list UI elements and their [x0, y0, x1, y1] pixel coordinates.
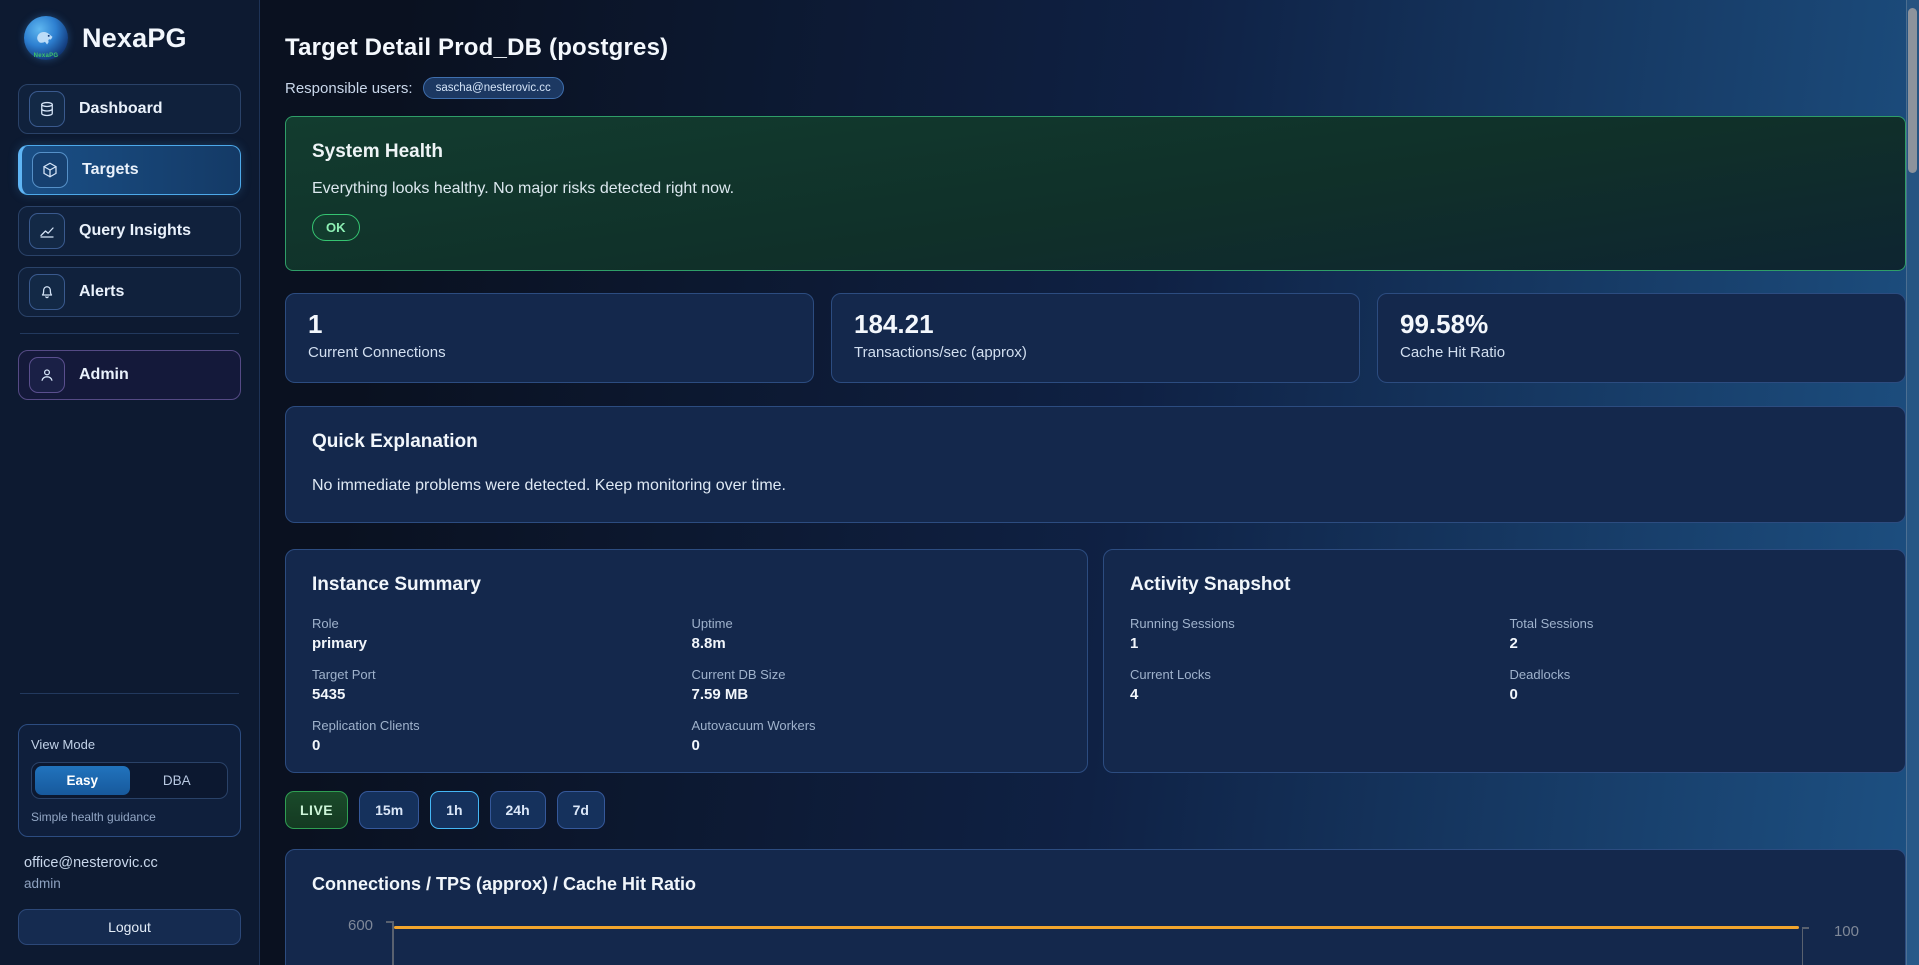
user-role: admin: [24, 876, 235, 891]
right-y-axis: [1802, 927, 1804, 965]
summary-row: Instance Summary Role primary Uptime 8.8…: [285, 549, 1906, 773]
sidebar-item-label: Query Insights: [79, 222, 191, 240]
field-uptime: Uptime 8.8m: [692, 616, 1062, 652]
field-autovacuum-workers: Autovacuum Workers 0: [692, 718, 1062, 754]
view-mode-title: View Mode: [31, 737, 228, 752]
responsible-user-chip: sascha@nesterovic.cc: [423, 77, 564, 99]
sidebar-nav: Dashboard Targets Query Insights Alerts: [0, 74, 259, 317]
metric-label: Current Connections: [308, 344, 791, 361]
metric-value: 184.21: [854, 309, 1337, 340]
responsible-users-row: Responsible users: sascha@nesterovic.cc: [285, 77, 1906, 99]
health-status-badge: OK: [312, 214, 360, 241]
main-content: Target Detail Prod_DB (postgres) Respons…: [260, 0, 1919, 965]
right-axis-tick-label: 100: [1834, 923, 1859, 940]
sidebar-spacer: [0, 400, 259, 677]
view-mode-dba-option[interactable]: DBA: [130, 766, 225, 795]
system-health-card: System Health Everything looks healthy. …: [285, 116, 1906, 271]
user-icon: [29, 357, 65, 393]
activity-snapshot-grid: Running Sessions 1 Total Sessions 2 Curr…: [1130, 616, 1879, 703]
sidebar-item-targets[interactable]: Targets: [18, 145, 241, 195]
quick-explanation-title: Quick Explanation: [312, 431, 1879, 453]
system-health-message: Everything looks healthy. No major risks…: [312, 180, 1879, 198]
range-7d-button[interactable]: 7d: [557, 791, 605, 829]
view-mode-caption: Simple health guidance: [31, 810, 228, 824]
sidebar-divider: [20, 333, 239, 334]
vertical-scrollbar-thumb[interactable]: [1908, 8, 1917, 173]
view-mode-easy-option[interactable]: Easy: [35, 766, 130, 795]
field-target-port: Target Port 5435: [312, 667, 682, 703]
metrics-row: 1 Current Connections 184.21 Transaction…: [285, 293, 1906, 383]
database-icon: [29, 91, 65, 127]
chart-trend-icon: [29, 213, 65, 249]
bell-icon: [29, 274, 65, 310]
quick-explanation-card: Quick Explanation No immediate problems …: [285, 406, 1906, 523]
sidebar-item-label: Targets: [82, 161, 139, 179]
range-15m-button[interactable]: 15m: [359, 791, 419, 829]
instance-summary-title: Instance Summary: [312, 574, 1061, 596]
system-health-title: System Health: [312, 141, 1879, 163]
sidebar-item-alerts[interactable]: Alerts: [18, 267, 241, 317]
field-total-sessions: Total Sessions 2: [1510, 616, 1880, 652]
left-axis-tick-label: 600: [348, 917, 373, 934]
logout-button[interactable]: Logout: [18, 909, 241, 945]
logo-mini-text: NexaPG: [24, 53, 68, 59]
instance-summary-card: Instance Summary Role primary Uptime 8.8…: [285, 549, 1088, 773]
chart-card: Connections / TPS (approx) / Cache Hit R…: [285, 849, 1906, 965]
field-running-sessions: Running Sessions 1: [1130, 616, 1500, 652]
sidebar-divider-bottom: [20, 693, 239, 694]
sidebar-item-query-insights[interactable]: Query Insights: [18, 206, 241, 256]
range-24h-button[interactable]: 24h: [490, 791, 546, 829]
chart-series-line: [394, 926, 1799, 929]
field-deadlocks: Deadlocks 0: [1510, 667, 1880, 703]
field-replication-clients: Replication Clients 0: [312, 718, 682, 754]
metric-label: Transactions/sec (approx): [854, 344, 1337, 361]
responsible-users-label: Responsible users:: [285, 80, 413, 97]
field-current-locks: Current Locks 4: [1130, 667, 1500, 703]
activity-snapshot-card: Activity Snapshot Running Sessions 1 Tot…: [1103, 549, 1906, 773]
user-email: office@nesterovic.cc: [24, 855, 235, 871]
activity-snapshot-title: Activity Snapshot: [1130, 574, 1879, 596]
brand-name: NexaPG: [82, 23, 187, 54]
sidebar-item-admin[interactable]: Admin: [18, 350, 241, 400]
live-button[interactable]: LIVE: [285, 791, 348, 829]
instance-summary-grid: Role primary Uptime 8.8m Target Port 543…: [312, 616, 1061, 754]
metric-label: Cache Hit Ratio: [1400, 344, 1883, 361]
view-mode-panel: View Mode Easy DBA Simple health guidanc…: [18, 724, 241, 837]
sidebar: NexaPG NexaPG Dashboard Targets: [0, 0, 260, 965]
chart-plot-area: 600 100: [312, 919, 1879, 965]
quick-explanation-message: No immediate problems were detected. Kee…: [312, 477, 1879, 495]
sidebar-item-label: Admin: [79, 366, 129, 384]
cube-icon: [32, 152, 68, 188]
brand-row: NexaPG NexaPG: [0, 0, 259, 74]
nexapg-logo-icon: NexaPG: [24, 16, 68, 60]
app-window: NexaPG NexaPG Dashboard Targets: [0, 0, 1919, 965]
metric-card-cache-hit-ratio: 99.58% Cache Hit Ratio: [1377, 293, 1906, 383]
user-block: office@nesterovic.cc admin: [0, 837, 259, 891]
metric-card-current-connections: 1 Current Connections: [285, 293, 814, 383]
metric-card-transactions-per-sec: 184.21 Transactions/sec (approx): [831, 293, 1360, 383]
view-mode-toggle: Easy DBA: [31, 762, 228, 799]
sidebar-item-label: Alerts: [79, 283, 124, 301]
sidebar-item-dashboard[interactable]: Dashboard: [18, 84, 241, 134]
metric-value: 1: [308, 309, 791, 340]
page-title: Target Detail Prod_DB (postgres): [285, 34, 1906, 62]
vertical-scrollbar-track[interactable]: [1906, 0, 1919, 965]
chart-title: Connections / TPS (approx) / Cache Hit R…: [312, 874, 1879, 895]
sidebar-item-label: Dashboard: [79, 100, 163, 118]
range-1h-button[interactable]: 1h: [430, 791, 478, 829]
metric-value: 99.58%: [1400, 309, 1883, 340]
field-role: Role primary: [312, 616, 682, 652]
time-range-controls: LIVE 15m 1h 24h 7d: [285, 791, 1906, 829]
field-db-size: Current DB Size 7.59 MB: [692, 667, 1062, 703]
